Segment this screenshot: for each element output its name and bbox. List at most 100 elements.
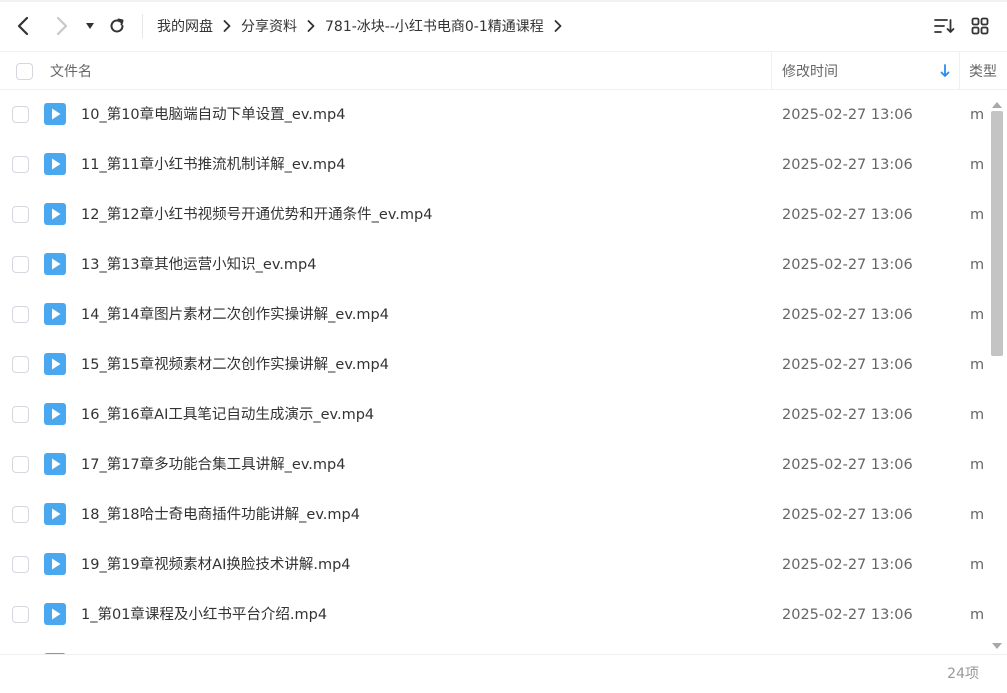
file-type: m bbox=[970, 507, 985, 523]
list-header: 文件名 修改时间 类型 bbox=[0, 52, 1007, 90]
video-file-icon bbox=[44, 353, 66, 375]
file-type: m bbox=[970, 357, 985, 373]
caret-down-icon bbox=[86, 23, 94, 29]
video-file-icon bbox=[44, 203, 66, 225]
file-row-partial[interactable] bbox=[0, 640, 990, 654]
select-all-checkbox[interactable] bbox=[16, 62, 33, 80]
scroll-down-icon[interactable] bbox=[990, 636, 1004, 649]
file-type: m bbox=[970, 157, 985, 173]
file-modified-time: 2025-02-27 13:06 bbox=[782, 457, 913, 473]
file-type: m bbox=[970, 307, 985, 323]
file-row[interactable]: 13_第13章其他运营小知识_ev.mp4 2025-02-27 13:06 m bbox=[0, 240, 990, 290]
video-file-icon bbox=[44, 553, 66, 575]
file-modified-time: 2025-02-27 13:06 bbox=[782, 307, 913, 323]
file-name[interactable]: 17_第17章多功能合集工具讲解_ev.mp4 bbox=[81, 440, 345, 490]
row-checkbox[interactable] bbox=[12, 506, 29, 523]
file-row[interactable]: 11_第11章小红书推流机制详解_ev.mp4 2025-02-27 13:06 m bbox=[0, 140, 990, 190]
sort-list-icon bbox=[934, 19, 955, 33]
file-modified-time: 2025-02-27 13:06 bbox=[782, 107, 913, 123]
file-row[interactable]: 15_第15章视频素材二次创作实操讲解_ev.mp4 2025-02-27 13:… bbox=[0, 340, 990, 390]
toolbar: 我的网盘 分享资料 781-冰块--小红书电商0-1精通课程 bbox=[0, 0, 1007, 52]
video-file-icon bbox=[44, 153, 66, 175]
item-count: 24项 bbox=[947, 666, 979, 682]
column-divider[interactable] bbox=[959, 52, 960, 90]
file-type: m bbox=[970, 107, 985, 123]
file-modified-time: 2025-02-27 13:06 bbox=[782, 557, 913, 573]
column-divider[interactable] bbox=[771, 52, 772, 90]
chevron-right-icon[interactable] bbox=[554, 20, 562, 32]
file-name[interactable]: 12_第12章小红书视频号开通优势和开通条件_ev.mp4 bbox=[81, 190, 432, 240]
file-type: m bbox=[970, 257, 985, 273]
grid-view-icon bbox=[971, 17, 989, 35]
row-checkbox[interactable] bbox=[12, 406, 29, 423]
column-header-name[interactable]: 文件名 bbox=[50, 52, 92, 90]
row-checkbox[interactable] bbox=[12, 456, 29, 473]
sort-menu-button[interactable] bbox=[932, 14, 956, 38]
forward-button[interactable] bbox=[50, 14, 74, 38]
chevron-right-icon bbox=[307, 20, 315, 32]
file-name[interactable]: 16_第16章AI工具笔记自动生成演示_ev.mp4 bbox=[81, 390, 374, 440]
breadcrumb-item-current[interactable]: 781-冰块--小红书电商0-1精通课程 bbox=[325, 16, 544, 36]
file-name[interactable]: 11_第11章小红书推流机制详解_ev.mp4 bbox=[81, 140, 345, 190]
file-row[interactable]: 10_第10章电脑端自动下单设置_ev.mp4 2025-02-27 13:06 m bbox=[0, 90, 990, 140]
row-checkbox[interactable] bbox=[12, 106, 29, 123]
file-modified-time: 2025-02-27 13:06 bbox=[782, 407, 913, 423]
file-modified-time: 2025-02-27 13:06 bbox=[782, 607, 913, 623]
row-checkbox[interactable] bbox=[12, 156, 29, 173]
video-file-icon bbox=[44, 253, 66, 275]
file-modified-time: 2025-02-27 13:06 bbox=[782, 207, 913, 223]
back-button[interactable] bbox=[11, 14, 35, 38]
scrollbar-thumb[interactable] bbox=[991, 111, 1003, 356]
file-name[interactable]: 10_第10章电脑端自动下单设置_ev.mp4 bbox=[81, 90, 345, 140]
row-checkbox[interactable] bbox=[12, 206, 29, 223]
refresh-icon bbox=[110, 18, 124, 33]
toolbar-separator bbox=[142, 14, 143, 38]
row-checkbox[interactable] bbox=[12, 606, 29, 623]
file-type: m bbox=[970, 607, 985, 623]
file-row[interactable]: 14_第14章图片素材二次创作实操讲解_ev.mp4 2025-02-27 13:… bbox=[0, 290, 990, 340]
grid-view-button[interactable] bbox=[968, 14, 992, 38]
file-name[interactable]: 19_第19章视频素材AI换脸技术讲解.mp4 bbox=[81, 540, 351, 590]
video-file-icon bbox=[44, 103, 66, 125]
file-type: m bbox=[970, 407, 985, 423]
file-row[interactable]: 17_第17章多功能合集工具讲解_ev.mp4 2025-02-27 13:06 m bbox=[0, 440, 990, 490]
file-name[interactable]: 1_第01章课程及小红书平台介绍.mp4 bbox=[81, 590, 327, 640]
sort-descending-icon[interactable] bbox=[940, 52, 950, 90]
file-list: 10_第10章电脑端自动下单设置_ev.mp4 2025-02-27 13:06 m… bbox=[0, 90, 990, 654]
row-checkbox[interactable] bbox=[12, 356, 29, 373]
video-file-icon bbox=[44, 503, 66, 525]
file-row[interactable]: 12_第12章小红书视频号开通优势和开通条件_ev.mp4 2025-02-27 … bbox=[0, 190, 990, 240]
video-file-icon bbox=[44, 303, 66, 325]
video-file-icon bbox=[44, 453, 66, 475]
history-dropdown[interactable] bbox=[80, 14, 100, 38]
file-modified-time: 2025-02-27 13:06 bbox=[782, 257, 913, 273]
chevron-right-icon bbox=[223, 20, 231, 32]
file-row[interactable]: 18_第18哈士奇电商插件功能讲解_ev.mp4 2025-02-27 13:06… bbox=[0, 490, 990, 540]
refresh-button[interactable] bbox=[105, 14, 129, 38]
file-type: m bbox=[970, 457, 985, 473]
file-manager-window: 我的网盘 分享资料 781-冰块--小红书电商0-1精通课程 文件名 修改时间 … bbox=[0, 0, 1007, 693]
row-checkbox[interactable] bbox=[12, 256, 29, 273]
breadcrumb-item-root[interactable]: 我的网盘 bbox=[157, 16, 213, 36]
file-name[interactable]: 13_第13章其他运营小知识_ev.mp4 bbox=[81, 240, 316, 290]
breadcrumb: 我的网盘 分享资料 781-冰块--小红书电商0-1精通课程 bbox=[157, 0, 572, 52]
breadcrumb-item-share[interactable]: 分享资料 bbox=[241, 16, 297, 36]
row-checkbox[interactable] bbox=[12, 306, 29, 323]
file-row[interactable]: 16_第16章AI工具笔记自动生成演示_ev.mp4 2025-02-27 13:… bbox=[0, 390, 990, 440]
column-header-type[interactable]: 类型 bbox=[969, 52, 997, 90]
file-row[interactable]: 1_第01章课程及小红书平台介绍.mp4 2025-02-27 13:06 m bbox=[0, 590, 990, 640]
file-type: m bbox=[970, 557, 985, 573]
back-arrow-icon bbox=[17, 16, 29, 36]
file-name[interactable]: 15_第15章视频素材二次创作实操讲解_ev.mp4 bbox=[81, 340, 389, 390]
video-file-icon bbox=[44, 403, 66, 425]
column-header-modified[interactable]: 修改时间 bbox=[782, 52, 838, 90]
status-bar: 24项 bbox=[0, 654, 1007, 693]
row-checkbox[interactable] bbox=[12, 556, 29, 573]
scroll-up-icon[interactable] bbox=[990, 95, 1004, 108]
file-modified-time: 2025-02-27 13:06 bbox=[782, 507, 913, 523]
file-name[interactable]: 14_第14章图片素材二次创作实操讲解_ev.mp4 bbox=[81, 290, 389, 340]
video-file-icon bbox=[44, 603, 66, 625]
file-name[interactable]: 18_第18哈士奇电商插件功能讲解_ev.mp4 bbox=[81, 490, 360, 540]
file-row[interactable]: 19_第19章视频素材AI换脸技术讲解.mp4 2025-02-27 13:06 m bbox=[0, 540, 990, 590]
file-type: m bbox=[970, 207, 985, 223]
